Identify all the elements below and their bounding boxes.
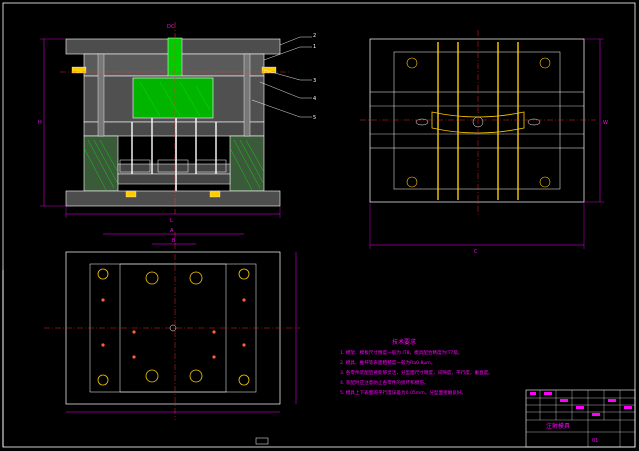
ejector-plate <box>117 173 231 185</box>
callout-4: 4 <box>313 96 316 102</box>
title-block-name: 注射模具 <box>546 422 570 430</box>
cad-drawing-canvas: H L DC 2 1 3 4 5 W C A B 技术要求 1. 模架、模板尺寸… <box>2 2 636 448</box>
plan-view: A B <box>44 228 300 420</box>
callout-3: 3 <box>313 78 316 84</box>
core-insert <box>132 77 214 119</box>
front-section-view: H L DC 2 1 3 4 5 <box>38 22 316 224</box>
ejector-retainer-plate <box>117 163 231 175</box>
callout-5: 5 <box>313 115 316 121</box>
title-block-number: 01 <box>592 438 598 444</box>
dim-bottom-width-label: L <box>170 218 173 224</box>
bottom-clamp-plate <box>65 190 281 207</box>
guide-pin-right <box>243 53 251 137</box>
dim-left-height-label: H <box>38 120 42 126</box>
note-line-2: 2. 模具、推杆等表面粗糙度一般为Ra0.8μm。 <box>340 359 435 366</box>
technical-notes: 技术要求 1. 模架、模板尺寸精度一般为 IT8，模具配合精度为IT7级。 2.… <box>340 338 493 396</box>
side-view-outline <box>369 38 585 203</box>
dim-right-height-label: W <box>603 120 608 126</box>
dim-top-label: DC <box>167 24 175 30</box>
title-block: 注射模具 01 <box>525 389 636 448</box>
spacer-block-left <box>83 135 119 192</box>
support-plate <box>83 121 265 137</box>
dim-plan-width-label: A <box>170 228 174 234</box>
dim-right-bottom-label: C <box>474 249 478 255</box>
notes-title: 技术要求 <box>392 338 416 346</box>
guide-pin-left <box>97 53 105 137</box>
note-line-3: 3. 各零件装配后要能够灵活，分型面尺寸精度，间隙度，平行度，垂直度。 <box>340 369 493 376</box>
note-line-4: 4. 装配时应注意防止各零件的损坏和擦伤。 <box>340 379 429 386</box>
spacer-block-right <box>229 135 265 192</box>
note-line-1: 1. 模架、模板尺寸精度一般为 IT8，模具配合精度为IT7级。 <box>340 349 463 356</box>
note-line-5: 5. 模具上下表面的平行度误差为0.05mm，分型面接触良好。 <box>340 389 466 396</box>
side-view: W C <box>360 30 608 255</box>
dim-plan-inner-label: B <box>172 238 176 244</box>
callout-1: 1 <box>313 44 316 50</box>
title-block-marks <box>530 392 632 416</box>
callout-2: 2 <box>313 33 316 39</box>
scale-box <box>255 437 269 445</box>
